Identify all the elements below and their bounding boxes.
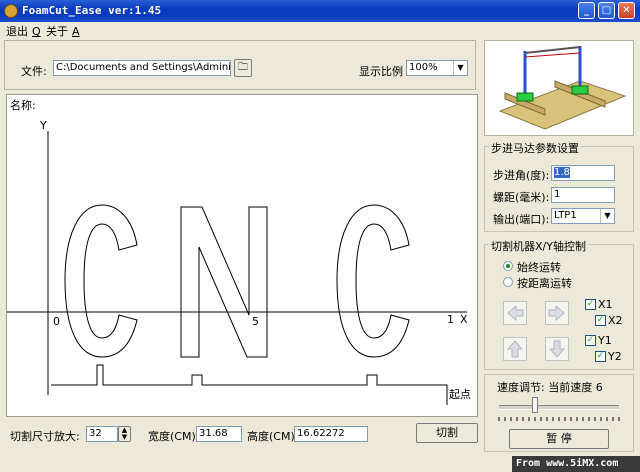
y2-label: Y2 bbox=[608, 350, 622, 363]
speed-slider-thumb[interactable] bbox=[532, 397, 538, 413]
open-file-button[interactable]: 🗀 bbox=[234, 59, 252, 77]
arrow-left-icon bbox=[507, 304, 524, 322]
move-up-button[interactable] bbox=[503, 337, 527, 361]
move-right-button[interactable] bbox=[545, 301, 569, 325]
pitch-label: 螺距(毫米): bbox=[493, 191, 550, 204]
drawing-canvas[interactable]: 名称: Y 0 5 1 X 起点 bbox=[6, 94, 478, 417]
chevron-down-icon: ▼ bbox=[453, 61, 467, 75]
cut-scale-spinner[interactable]: ▲ ▼ bbox=[118, 426, 131, 442]
watermark: From www.5iMX.com bbox=[512, 456, 640, 472]
xy-control-group: 切割机器X/Y轴控制 始终运转 按距离运转 ✓ X1 ✓ X2 ✓ Y1 ✓ Y… bbox=[484, 238, 634, 370]
cut-button[interactable]: 切割 bbox=[416, 423, 478, 443]
cut-scale-label: 切割尺寸放大: bbox=[10, 430, 80, 443]
radio-distance[interactable] bbox=[503, 277, 513, 287]
cnc-drawing bbox=[7, 131, 467, 405]
step-angle-label: 步进角(度): bbox=[493, 169, 550, 182]
menu-exit-label: 退出 bbox=[6, 25, 28, 38]
axis-tick-5: 5 bbox=[252, 315, 259, 328]
port-label: 输出(端口): bbox=[493, 213, 550, 226]
x2-label: X2 bbox=[608, 314, 623, 327]
close-button[interactable]: ✕ bbox=[618, 2, 635, 19]
x-axis-label: X bbox=[460, 313, 468, 326]
axis-tick-1: 1 bbox=[447, 313, 454, 326]
width-label: 宽度(CM): bbox=[148, 430, 200, 443]
minimize-button[interactable]: _ bbox=[578, 2, 595, 19]
y2-checkbox[interactable]: ✓ bbox=[595, 351, 606, 362]
stepper-settings-title: 步进马达参数设置 bbox=[489, 140, 581, 156]
arrow-down-icon bbox=[548, 340, 566, 358]
x2-checkbox[interactable]: ✓ bbox=[595, 315, 606, 326]
menu-exit-key: Q bbox=[32, 25, 41, 38]
radio-distance-label: 按距离运转 bbox=[517, 277, 572, 290]
open-folder-icon: 🗀 bbox=[238, 62, 248, 73]
maximize-button[interactable]: □ bbox=[598, 2, 615, 19]
speed-label: 速度调节: 当前速度 6 bbox=[497, 381, 603, 394]
menu-about-key: A bbox=[72, 25, 80, 38]
pitch-field[interactable]: 1 bbox=[551, 187, 615, 203]
arrow-right-icon bbox=[548, 304, 565, 322]
title-bar: FoamCut_Ease ver:1.45 _ □ ✕ bbox=[0, 0, 640, 22]
menu-about-label: 关于 bbox=[46, 25, 68, 38]
file-label: 文件: bbox=[21, 65, 47, 78]
step-angle-field[interactable]: 1.8 bbox=[551, 165, 615, 181]
x1-checkbox[interactable]: ✓ bbox=[585, 299, 596, 310]
file-panel: 文件: C:\Documents and Settings\Administra… bbox=[4, 40, 476, 90]
app-window: FoamCut_Ease ver:1.45 _ □ ✕ 退出 Q 关于 A 文件: … bbox=[0, 0, 640, 472]
chevron-down-icon: ▼ bbox=[600, 209, 614, 223]
speed-slider-ticks bbox=[498, 417, 620, 421]
machine-image bbox=[484, 40, 634, 136]
step-angle-value: 1.8 bbox=[554, 167, 570, 178]
display-scale-select[interactable]: 100% ▼ bbox=[406, 60, 468, 76]
foam-cutter-illustration bbox=[498, 46, 627, 130]
axis-tick-0: 0 bbox=[53, 315, 60, 328]
app-icon bbox=[4, 4, 18, 18]
stepper-settings-group: 步进马达参数设置 步进角(度): 1.8 螺距(毫米): 1 输出(端口): L… bbox=[484, 140, 634, 232]
start-point-label: 起点 bbox=[449, 388, 471, 401]
height-field[interactable]: 16.62272 bbox=[294, 426, 368, 442]
spin-down-icon: ▼ bbox=[121, 433, 128, 441]
display-scale-value: 100% bbox=[409, 62, 438, 73]
menu-exit[interactable]: 退出 Q bbox=[6, 23, 41, 39]
y1-label: Y1 bbox=[598, 334, 612, 347]
pause-button[interactable]: 暂 停 bbox=[509, 429, 609, 449]
width-field[interactable]: 31.68 bbox=[196, 426, 242, 442]
port-value: LTP1 bbox=[554, 210, 577, 221]
file-path-field[interactable]: C:\Documents and Settings\Administrator\… bbox=[53, 60, 231, 76]
height-label: 高度(CM): bbox=[247, 430, 299, 443]
y-axis-label: Y bbox=[40, 119, 47, 132]
y1-checkbox[interactable]: ✓ bbox=[585, 335, 596, 346]
display-scale-label: 显示比例 bbox=[359, 65, 403, 78]
window-title: FoamCut_Ease ver:1.45 bbox=[22, 4, 162, 17]
cut-scale-field[interactable]: 32 bbox=[86, 426, 118, 442]
x1-label: X1 bbox=[598, 298, 613, 311]
move-down-button[interactable] bbox=[545, 337, 569, 361]
speed-slider-track[interactable] bbox=[499, 405, 619, 410]
radio-continuous-label: 始终运转 bbox=[517, 261, 561, 274]
port-select[interactable]: LTP1 ▼ bbox=[551, 208, 615, 224]
menu-about[interactable]: 关于 A bbox=[46, 23, 80, 39]
speed-group: 速度调节: 当前速度 6 暂 停 bbox=[484, 374, 634, 452]
move-left-button[interactable] bbox=[503, 301, 527, 325]
arrow-up-icon bbox=[506, 340, 524, 358]
radio-continuous[interactable] bbox=[503, 261, 513, 271]
menu-bar: 退出 Q 关于 A bbox=[0, 22, 640, 38]
xy-control-title: 切割机器X/Y轴控制 bbox=[489, 238, 588, 254]
